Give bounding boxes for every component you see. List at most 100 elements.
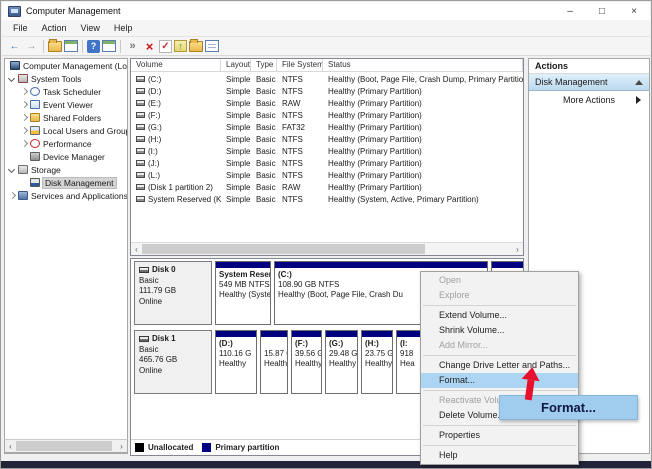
cell-volume: (C:) [131, 75, 221, 84]
partition-text: System Reserve549 MB NTFSHealthy (System… [216, 268, 270, 300]
column-header-layout[interactable]: Layout [221, 59, 251, 71]
menu-view[interactable]: View [74, 21, 107, 35]
chevron-down-icon[interactable] [8, 75, 15, 82]
menu-item-format[interactable]: Format... [421, 373, 578, 388]
collapse-icon[interactable] [635, 80, 643, 85]
sidebar-item-task-scheduler[interactable]: Task Scheduler [5, 85, 127, 98]
cell-volume: (I:) [131, 147, 221, 156]
table-row[interactable]: (J:)SimpleBasicNTFSHealthy (Primary Part… [131, 157, 523, 169]
scroll-left-icon[interactable]: ‹ [5, 442, 16, 451]
table-row[interactable]: (G:)SimpleBasicFAT32Healthy (Primary Par… [131, 121, 523, 133]
menu-item-extend-volume[interactable]: Extend Volume... [421, 308, 578, 323]
cell-status: Healthy (Primary Partition) [323, 171, 523, 180]
scroll-right-icon[interactable]: › [512, 245, 523, 254]
volume-horizontal-scrollbar[interactable]: ‹ › [131, 242, 523, 255]
back-icon[interactable]: ← [7, 39, 22, 53]
table-row[interactable]: (Disk 1 partition 2)SimpleBasicRAWHealth… [131, 181, 523, 193]
details-icon[interactable] [205, 40, 219, 52]
actions-group-disk-management[interactable]: Disk Management [529, 74, 649, 91]
task-scheduler-icon [30, 87, 40, 96]
legend-primary-partition: Primary partition [202, 443, 279, 452]
menu-action[interactable]: Action [35, 21, 74, 35]
table-row[interactable]: (H:)SimpleBasicNTFSHealthy (Primary Part… [131, 133, 523, 145]
partition-text: (G:)29.48 GHealthy [326, 337, 357, 369]
action-pointer-icon[interactable]: » [125, 39, 140, 53]
column-header-volume[interactable]: Volume [131, 59, 221, 71]
tree-horizontal-scrollbar[interactable]: ‹ › [4, 439, 128, 453]
table-row[interactable]: (F:)SimpleBasicNTFSHealthy (Primary Part… [131, 109, 523, 121]
chevron-right-icon[interactable] [20, 127, 27, 134]
column-header-file-system[interactable]: File System [277, 59, 323, 71]
import-icon[interactable]: ↑ [174, 40, 187, 52]
partition-size: 39.56 G [295, 349, 321, 359]
sidebar-item-local-users-and-groups[interactable]: Local Users and Groups [5, 124, 127, 137]
sidebar-item-computer-management-local[interactable]: Computer Management (Local [5, 59, 127, 72]
chevron-right-icon[interactable] [20, 88, 27, 95]
check-icon[interactable]: ✓ [159, 40, 172, 53]
minimize-button[interactable]: – [554, 2, 586, 20]
sidebar-item-storage[interactable]: Storage [5, 163, 127, 176]
partition[interactable]: 15.87 GHealth [260, 330, 288, 394]
disk-name: Disk 0 [139, 265, 211, 276]
sidebar-item-services-and-applications[interactable]: Services and Applications [5, 189, 127, 202]
partition-g[interactable]: (G:)29.48 GHealthy [325, 330, 358, 394]
disk-management-icon [30, 178, 40, 187]
sidebar-item-device-manager[interactable]: Device Manager [5, 150, 127, 163]
more-actions-item[interactable]: More Actions [529, 91, 649, 108]
window-controls: –□× [554, 2, 650, 20]
volume-icon [136, 100, 145, 106]
chevron-right-icon[interactable] [20, 114, 27, 121]
menu-help[interactable]: Help [107, 21, 140, 35]
legend-unallocated: Unallocated [135, 443, 193, 452]
help-icon[interactable]: ? [87, 40, 100, 53]
column-header-status[interactable]: Status [323, 59, 523, 71]
table-row[interactable]: (D:)SimpleBasicNTFSHealthy (Primary Part… [131, 85, 523, 97]
sidebar-item-event-viewer[interactable]: Event Viewer [5, 98, 127, 111]
sidebar-item-system-tools[interactable]: System Tools [5, 72, 127, 85]
cell-file-system: NTFS [277, 171, 323, 180]
table-row[interactable]: (C:)SimpleBasicNTFSHealthy (Boot, Page F… [131, 73, 523, 85]
scroll-right-icon[interactable]: › [116, 442, 127, 451]
chevron-right-icon[interactable] [8, 192, 15, 199]
cell-file-system: RAW [277, 99, 323, 108]
actions-header: Actions [529, 59, 649, 74]
console-window-icon[interactable] [64, 40, 78, 52]
delete-icon[interactable]: × [142, 39, 157, 53]
table-row[interactable]: (I:)SimpleBasicNTFSHealthy (Primary Part… [131, 145, 523, 157]
column-header-type[interactable]: Type [251, 59, 277, 71]
chevron-down-icon[interactable] [8, 166, 15, 173]
cell-status: Healthy (System, Active, Primary Partiti… [323, 195, 523, 204]
chevron-right-icon[interactable] [20, 140, 27, 147]
cell-volume: (D:) [131, 87, 221, 96]
partition-d[interactable]: (D:)110.16 GHealthy [215, 330, 257, 394]
menu-item-change-drive-letter-and-paths[interactable]: Change Drive Letter and Paths... [421, 358, 578, 373]
sidebar-item-performance[interactable]: Performance [5, 137, 127, 150]
menu-item-help[interactable]: Help [421, 448, 578, 463]
cell-file-system: NTFS [277, 159, 323, 168]
menu-file[interactable]: File [6, 21, 35, 35]
cell-file-system: NTFS [277, 135, 323, 144]
show-console-tree-icon[interactable] [48, 41, 62, 52]
menu-item-explore: Explore [421, 288, 578, 303]
sidebar-item-shared-folders[interactable]: Shared Folders [5, 111, 127, 124]
table-row[interactable]: (L:)SimpleBasicNTFSHealthy (Primary Part… [131, 169, 523, 181]
cell-layout: Simple [221, 147, 251, 156]
forward-icon[interactable]: → [24, 39, 39, 53]
properties-window-icon[interactable] [102, 40, 116, 52]
explore-folder-icon[interactable] [189, 41, 203, 52]
close-button[interactable]: × [618, 2, 650, 20]
table-row[interactable]: (E:)SimpleBasicRAWHealthy (Primary Parti… [131, 97, 523, 109]
scroll-thumb[interactable] [142, 244, 425, 254]
menu-item-properties[interactable]: Properties [421, 428, 578, 443]
partition-f[interactable]: (F:)39.56 GHealthy [291, 330, 322, 394]
maximize-button[interactable]: □ [586, 2, 618, 20]
partition-h[interactable]: (H:)23.75 GHealthy [361, 330, 393, 394]
scroll-thumb[interactable] [16, 441, 112, 451]
menu-item-shrink-volume[interactable]: Shrink Volume... [421, 323, 578, 338]
chevron-right-icon[interactable] [20, 101, 27, 108]
sidebar-item-disk-management[interactable]: Disk Management [5, 176, 127, 189]
cell-status: Healthy (Primary Partition) [323, 123, 523, 132]
scroll-left-icon[interactable]: ‹ [131, 245, 142, 254]
partition-systemreserve[interactable]: System Reserve549 MB NTFSHealthy (System… [215, 261, 271, 325]
table-row[interactable]: System Reserved (K:)SimpleBasicNTFSHealt… [131, 193, 523, 205]
